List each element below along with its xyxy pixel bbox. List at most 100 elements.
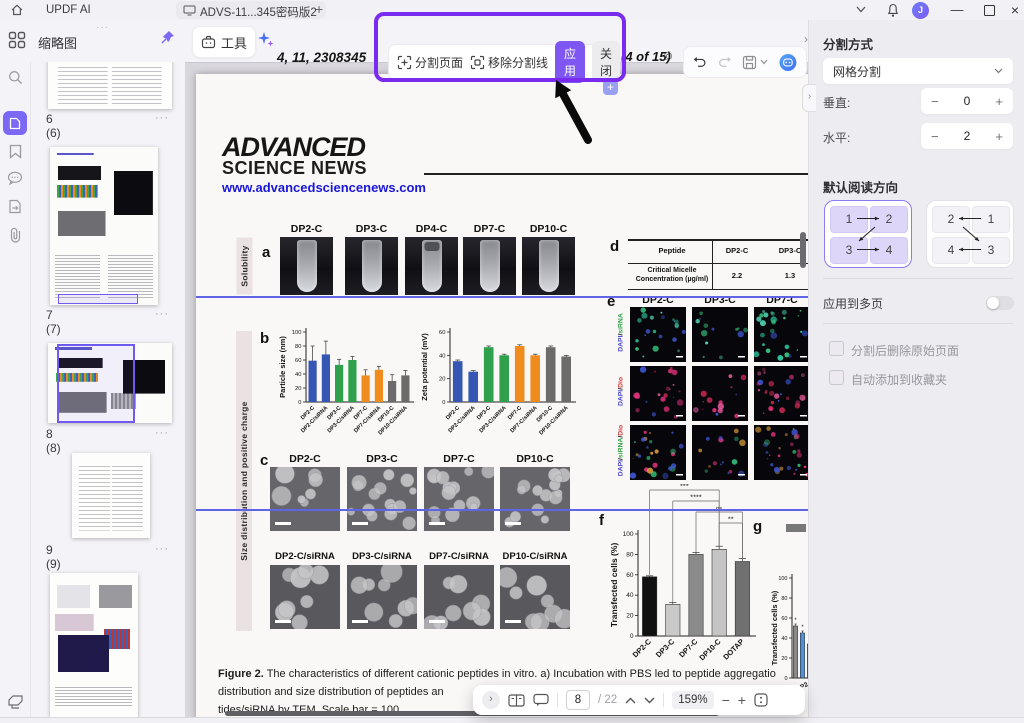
thumbnail-more-button[interactable]: ··· xyxy=(155,427,169,439)
search-icon[interactable] xyxy=(8,70,23,85)
page-number-input[interactable] xyxy=(566,690,590,710)
page-thumbnail[interactable] xyxy=(48,60,172,109)
pin-icon[interactable] xyxy=(160,30,175,45)
zoom-out-button[interactable]: − xyxy=(722,693,730,707)
table-value-dp2c: 2.2 xyxy=(731,271,743,280)
panel-divider xyxy=(823,323,1013,324)
maximize-button[interactable] xyxy=(978,0,1000,20)
svg-text:DP3-C: DP3-C xyxy=(654,637,677,660)
page-thumbnail[interactable] xyxy=(50,573,138,717)
svg-text:80: 80 xyxy=(626,551,634,558)
vertical-stepper: − 0 + xyxy=(921,88,1013,114)
toolbox-icon xyxy=(201,35,216,49)
close-split-button[interactable]: 关闭 xyxy=(592,41,621,83)
split-page-icon xyxy=(397,55,412,69)
tab-updf-ai[interactable]: UPDF AI xyxy=(46,4,91,16)
vertical-scrollbar-thumb[interactable] xyxy=(800,232,806,268)
split-preview-line-2[interactable] xyxy=(196,509,808,511)
undo-icon[interactable] xyxy=(693,55,707,69)
table-header-dp2c: DP2-C xyxy=(725,246,749,255)
page-thumbnail[interactable] xyxy=(72,453,150,538)
history-toolbar-group xyxy=(683,46,807,78)
avatar[interactable]: J xyxy=(912,2,929,19)
page-thumbnail-label: 6 (6) xyxy=(46,112,61,140)
reading-direction-option[interactable]: 1234 xyxy=(824,200,912,268)
bell-icon[interactable] xyxy=(886,3,900,18)
direction-cell: 4 xyxy=(870,237,908,264)
panel-collapse-tab[interactable]: › xyxy=(802,84,816,112)
add-favorites-label: 自动添加到收藏夹 xyxy=(851,373,948,387)
expand-toolbar-button[interactable]: › xyxy=(482,691,500,709)
comment-icon[interactable] xyxy=(7,171,23,185)
page-up-chevron-icon[interactable] xyxy=(625,697,636,704)
horizontal-plus-button[interactable]: + xyxy=(995,129,1003,144)
split-page-label: 分割页面 xyxy=(415,55,464,70)
redo-icon[interactable] xyxy=(718,55,732,69)
close-window-button[interactable]: × xyxy=(1004,0,1024,20)
tem-label: DP10-C xyxy=(516,453,554,465)
page-extract-icon[interactable] xyxy=(8,199,22,214)
attachment-icon[interactable] xyxy=(9,227,22,243)
thumbnail-selection-rect xyxy=(57,344,135,423)
thumbnail-selection-rect xyxy=(58,294,138,304)
add-split-line-button[interactable]: + xyxy=(603,80,618,95)
tools-button[interactable]: 工具 xyxy=(192,26,256,58)
ai-assistant-icon[interactable] xyxy=(779,52,797,73)
direction-cell: 1 xyxy=(830,206,868,233)
sidebar-item-thumbnails-active[interactable] xyxy=(3,111,27,135)
tem-label: DP2-C xyxy=(289,453,321,465)
apply-button[interactable]: 应用 xyxy=(555,41,586,83)
annotation-bubble-icon[interactable] xyxy=(533,693,549,707)
delete-original-checkbox[interactable] xyxy=(829,341,844,356)
tem-image xyxy=(424,467,494,531)
tube-label: DP7-C xyxy=(473,223,506,235)
svg-text:80: 80 xyxy=(295,344,301,350)
thumbnail-more-button[interactable]: ··· xyxy=(155,543,169,555)
tube-label: DP3-C xyxy=(355,223,388,235)
toolbar-divider xyxy=(557,693,558,707)
zoom-level[interactable]: 159% xyxy=(672,691,714,709)
split-method-dropdown[interactable]: 网格分割 xyxy=(823,58,1013,84)
dropdown-chevron-icon xyxy=(994,68,1003,74)
svg-text:Particle size (nm): Particle size (nm) xyxy=(278,336,287,398)
page-thumbnail[interactable] xyxy=(50,147,158,305)
home-icon[interactable] xyxy=(10,3,24,17)
tube-shape xyxy=(296,240,317,292)
thumbnail-more-button[interactable]: ··· xyxy=(155,112,169,124)
document-viewport[interactable]: ADVANCED SCIENCE NEWS www.advancedscienc… xyxy=(185,62,808,718)
tem-image xyxy=(500,565,570,629)
ai-sparkle-icon[interactable] xyxy=(257,30,275,48)
svg-text:0: 0 xyxy=(630,633,634,640)
vertical-plus-button[interactable]: + xyxy=(995,94,1003,109)
split-preview-line-1[interactable] xyxy=(196,296,808,298)
tem-label: DP2-C/siRNA xyxy=(275,551,335,562)
add-favorites-checkbox[interactable] xyxy=(829,370,844,385)
apply-multipage-toggle[interactable] xyxy=(986,296,1014,310)
table-line xyxy=(628,263,808,264)
remove-split-line-button[interactable]: 移除分割线 xyxy=(470,54,548,71)
print-export-icon[interactable] xyxy=(7,694,24,710)
horizontal-minus-button[interactable]: − xyxy=(931,129,939,144)
vertical-value[interactable]: 0 xyxy=(964,94,971,108)
svg-text:60: 60 xyxy=(781,616,787,622)
tube-label: DP2-C xyxy=(290,223,323,235)
minimize-button[interactable]: — xyxy=(946,0,968,20)
vertical-label: 垂直: xyxy=(823,96,851,110)
grid-menu-icon[interactable] xyxy=(8,31,26,49)
page-down-chevron-icon[interactable] xyxy=(644,697,655,704)
tube-photo xyxy=(345,237,398,295)
monitor-icon xyxy=(183,5,196,16)
save-button[interactable] xyxy=(742,55,768,70)
thumbnail-more-button[interactable]: ··· xyxy=(155,308,169,320)
panel-resize-handle[interactable]: ··· xyxy=(96,22,109,33)
split-page-button[interactable]: 分割页面 xyxy=(397,54,463,71)
bookmark-icon[interactable] xyxy=(9,144,22,159)
page-spread-icon[interactable] xyxy=(508,693,525,707)
chevron-down-icon[interactable] xyxy=(856,6,866,13)
reading-direction-option[interactable]: 2143 xyxy=(926,200,1014,268)
vertical-minus-button[interactable]: − xyxy=(931,94,939,109)
view-options-icon[interactable] xyxy=(754,693,768,707)
zoom-in-button[interactable]: + xyxy=(738,693,746,707)
horizontal-value[interactable]: 2 xyxy=(964,129,971,143)
save-dropdown-chevron-icon[interactable] xyxy=(760,59,768,65)
